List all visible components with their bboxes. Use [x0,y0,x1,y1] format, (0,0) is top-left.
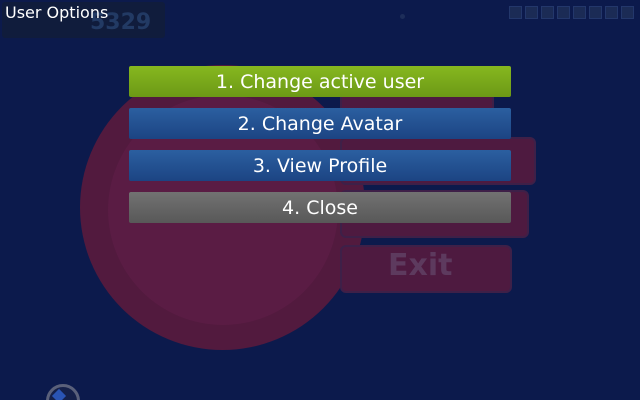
menu-item-label: 2. Change Avatar [237,112,403,135]
tray-icon [605,6,618,19]
menu-item-label: 1. Change active user [215,70,425,93]
background-dot [400,14,405,19]
window-control-tray [509,6,634,19]
tray-icon [541,6,554,19]
user-options-menu: 1. Change active user 2. Change Avatar 3… [129,66,511,234]
tray-icon [589,6,602,19]
dialog-title: User Options [5,3,109,22]
tray-icon [525,6,538,19]
menu-item-change-active-user[interactable]: 1. Change active user [129,66,511,97]
menu-item-close[interactable]: 4. Close [129,192,511,223]
tray-icon [573,6,586,19]
tray-icon [557,6,570,19]
menu-item-label: 3. View Profile [252,154,388,177]
tray-icon [621,6,634,19]
tray-icon [509,6,522,19]
menu-item-label: 4. Close [282,196,358,219]
background-exit-label: Exit [388,248,453,283]
menu-item-change-avatar[interactable]: 2. Change Avatar [129,108,511,139]
menu-item-view-profile[interactable]: 3. View Profile [129,150,511,181]
